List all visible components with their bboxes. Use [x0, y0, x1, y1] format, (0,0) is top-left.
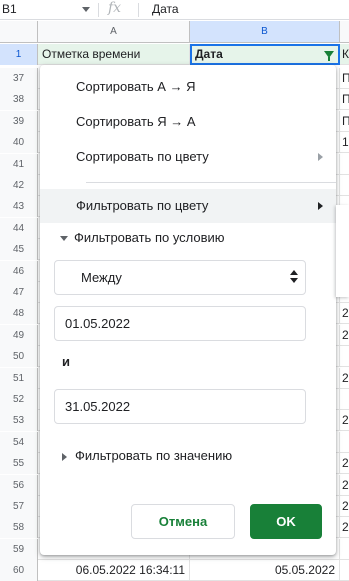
column-header-c[interactable] — [340, 21, 349, 43]
row-number[interactable]: 50 — [0, 346, 38, 368]
row-number[interactable]: 60 — [0, 560, 38, 581]
cell[interactable] — [340, 539, 349, 560]
date-to-input[interactable]: 31.05.2022 — [54, 389, 306, 424]
row-number[interactable]: 49 — [0, 324, 38, 346]
cell[interactable]: Отметка времени — [38, 44, 190, 65]
table-row: 1 Отметка времени Дата К — [0, 44, 349, 65]
condition-select-value: Между — [81, 270, 122, 285]
filter-by-values-label: Фильтровать по значению — [75, 448, 233, 463]
ok-button[interactable]: OK — [250, 504, 322, 539]
formula-bar: B1 fx Дата — [0, 0, 349, 20]
cell[interactable] — [340, 389, 349, 410]
filter-by-condition-toggle[interactable]: Фильтровать по условию — [60, 227, 225, 249]
row-number[interactable]: 37 — [0, 68, 38, 89]
chevron-down-icon[interactable] — [82, 7, 90, 12]
fx-icon: fx — [108, 0, 122, 16]
cell[interactable] — [340, 560, 349, 581]
row-number[interactable]: 41 — [0, 153, 38, 175]
table-row: 60 06.05.2022 16:34:11 05.05.2022 — [0, 560, 349, 581]
cell-text: Дата — [195, 47, 223, 61]
row-number[interactable]: 38 — [0, 89, 38, 111]
chevron-right-icon — [318, 153, 323, 161]
name-box[interactable]: B1 — [0, 0, 96, 20]
row-number[interactable]: 59 — [0, 538, 38, 560]
select-arrows-icon — [290, 270, 298, 286]
row-number[interactable]: 1 — [0, 44, 38, 65]
cell[interactable] — [340, 175, 349, 196]
cell-selected[interactable]: Дата — [190, 44, 340, 65]
cell[interactable]: 2 — [340, 496, 349, 517]
cell[interactable]: 1 — [340, 132, 349, 153]
filter-icon[interactable] — [324, 51, 334, 61]
cancel-button[interactable]: Отмена — [131, 504, 235, 539]
row-number[interactable]: 48 — [0, 303, 38, 325]
row-number[interactable]: 42 — [0, 175, 38, 196]
caret-right-icon — [62, 452, 67, 461]
row-number[interactable]: 56 — [0, 474, 38, 496]
sort-by-color-label: Сортировать по цвету — [76, 149, 209, 164]
divider — [138, 3, 139, 17]
row-number[interactable]: 58 — [0, 517, 38, 539]
sort-z-a-item[interactable]: Сортировать Я → А — [40, 105, 336, 139]
filter-by-values-toggle[interactable]: Фильтровать по значению — [60, 445, 232, 467]
caret-down-icon — [60, 236, 68, 242]
cell[interactable]: 2 — [340, 410, 349, 431]
cell[interactable]: П — [340, 111, 349, 132]
divider — [86, 182, 336, 183]
cell[interactable]: П — [340, 89, 349, 110]
chevron-right-icon — [318, 202, 323, 210]
row-number[interactable]: 43 — [0, 196, 38, 218]
condition-select[interactable]: Между — [54, 260, 306, 295]
date-from-input[interactable]: 01.05.2022 — [54, 306, 306, 341]
cell[interactable]: 06.05.2022 16:34:11 — [38, 560, 190, 581]
cell-reference: B1 — [2, 2, 17, 16]
row-number[interactable]: 47 — [0, 282, 38, 303]
filter-by-color-item[interactable]: Фильтровать по цвету — [40, 189, 336, 223]
cell[interactable]: 2 — [340, 475, 349, 496]
cell[interactable]: К — [340, 44, 349, 65]
column-header-a[interactable]: A — [38, 21, 190, 43]
and-label: и — [62, 354, 70, 369]
column-header-b[interactable]: B — [190, 21, 340, 43]
cell[interactable]: П — [340, 68, 349, 89]
cell[interactable] — [340, 346, 349, 367]
divider — [98, 3, 99, 17]
row-number[interactable]: 39 — [0, 110, 38, 132]
row-number[interactable]: 54 — [0, 431, 38, 453]
filter-menu: Сортировать А → Я Сортировать Я → А Сорт… — [40, 65, 336, 555]
row-number[interactable]: 44 — [0, 217, 38, 239]
filter-by-color-label: Фильтровать по цвету — [76, 198, 209, 213]
row-number[interactable]: 53 — [0, 410, 38, 432]
row-number[interactable]: 45 — [0, 239, 38, 261]
formula-input[interactable]: Дата — [152, 2, 179, 16]
cell[interactable]: 2 — [340, 368, 349, 389]
cell[interactable]: 2 — [340, 517, 349, 538]
cell[interactable] — [340, 154, 349, 175]
row-number[interactable]: 40 — [0, 132, 38, 154]
select-all-corner[interactable] — [0, 21, 38, 43]
cell[interactable]: 2 — [340, 303, 349, 324]
submenu-panel-edge — [336, 205, 349, 297]
sort-by-color-item[interactable]: Сортировать по цвету — [40, 140, 336, 174]
filter-by-condition-label: Фильтровать по условию — [74, 230, 225, 245]
row-number[interactable]: 52 — [0, 389, 38, 410]
row-number[interactable]: 55 — [0, 453, 38, 475]
cell[interactable]: 05.05.2022 — [190, 560, 340, 581]
row-number[interactable]: 46 — [0, 260, 38, 282]
cell[interactable]: 2 — [340, 325, 349, 346]
row-number[interactable]: 51 — [0, 367, 38, 389]
cell[interactable]: 2 — [340, 453, 349, 474]
sort-a-z-item[interactable]: Сортировать А → Я — [40, 70, 336, 104]
row-number[interactable]: 57 — [0, 496, 38, 517]
cell[interactable] — [340, 432, 349, 453]
